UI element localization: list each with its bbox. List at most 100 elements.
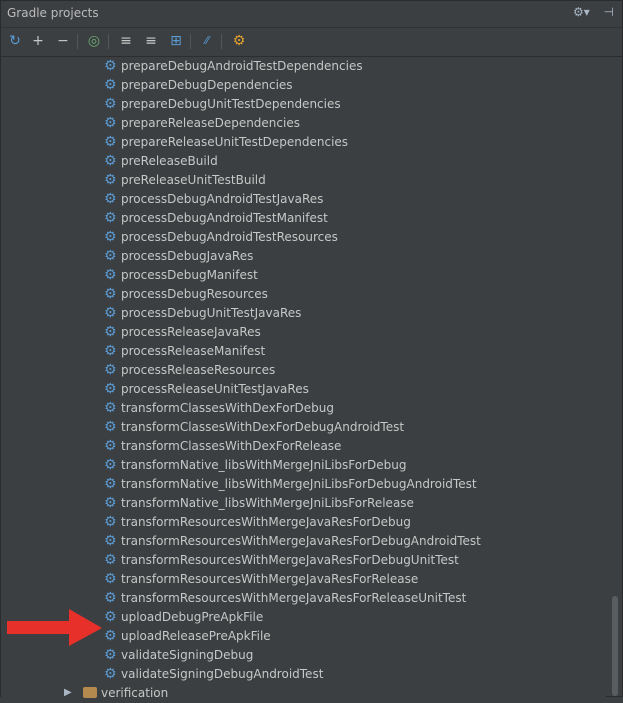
link-project-icon[interactable]: ⊞	[166, 31, 186, 51]
task-item[interactable]: ⚙ processDebugManifest	[1, 266, 606, 285]
task-item[interactable]: ⚙ prepareDebugAndroidTestDependencies	[1, 57, 606, 76]
task-item[interactable]: ⚙ transformNative_libsWithMergeJniLibsFor…	[1, 475, 606, 494]
task-label: transformResourcesWithMergeJavaResForRel…	[121, 572, 419, 586]
task-item[interactable]: ⚙ transformClassesWithDexForRelease	[1, 437, 606, 456]
gear-icon: ⚙	[104, 153, 117, 169]
panel-titlebar: Gradle projects ⚙▾ ⊣	[1, 1, 622, 28]
task-label: processDebugAndroidTestResources	[121, 230, 338, 244]
task-item[interactable]: ⚙ processDebugAndroidTestManifest	[1, 209, 606, 228]
gear-icon: ⚙	[104, 115, 117, 131]
task-label: transformClassesWithDexForDebug	[121, 401, 335, 415]
task-label: prepareDebugDependencies	[121, 78, 293, 92]
red-arrow-annotation	[7, 609, 102, 646]
task-label: preReleaseUnitTestBuild	[121, 173, 266, 187]
execute-task-icon[interactable]: ◎	[84, 31, 104, 51]
task-label: processDebugAndroidTestJavaRes	[121, 192, 324, 206]
gear-icon: ⚙	[104, 210, 117, 226]
task-label: prepareDebugAndroidTestDependencies	[121, 59, 363, 73]
gear-icon: ⚙	[104, 552, 117, 568]
gear-icon: ⚙	[104, 267, 117, 283]
task-item[interactable]: ⚙ prepareReleaseDependencies	[1, 114, 606, 133]
collapse-all-icon[interactable]: ≡	[141, 31, 161, 51]
task-label: transformResourcesWithMergeJavaResForRel…	[121, 591, 467, 605]
gear-icon: ⚙	[104, 286, 117, 302]
task-item[interactable]: ⚙ transformNative_libsWithMergeJniLibsFor…	[1, 456, 606, 475]
task-label: processReleaseManifest	[121, 344, 266, 358]
task-item[interactable]: ⚙ processDebugJavaRes	[1, 247, 606, 266]
gear-icon: ⚙	[104, 533, 117, 549]
task-item[interactable]: ⚙ processReleaseResources	[1, 361, 606, 380]
task-item[interactable]: ⚙ transformResourcesWithMergeJavaResForDe…	[1, 551, 606, 570]
gear-icon[interactable]: ⚙▾	[573, 5, 590, 19]
folder-item-verification[interactable]: ▶ verification	[1, 684, 606, 703]
gear-icon: ⚙	[104, 609, 117, 625]
title-tools: ⚙▾ ⊣	[563, 5, 614, 19]
task-item[interactable]: ⚙ transformClassesWithDexForDebug	[1, 399, 606, 418]
gear-icon: ⚙	[104, 172, 117, 188]
task-label: transformResourcesWithMergeJavaResForDeb…	[121, 534, 481, 548]
task-item[interactable]: ⚙ processDebugAndroidTestResources	[1, 228, 606, 247]
gear-icon: ⚙	[104, 419, 117, 435]
task-item[interactable]: ⚙ validateSigningDebug	[1, 646, 606, 665]
task-item[interactable]: ⚙ prepareDebugDependencies	[1, 76, 606, 95]
gear-icon: ⚙	[104, 343, 117, 359]
task-item[interactable]: ⚙ validateSigningDebugAndroidTest	[1, 665, 606, 684]
gear-icon: ⚙	[104, 77, 117, 93]
task-label: processDebugManifest	[121, 268, 258, 282]
gear-icon: ⚙	[104, 191, 117, 207]
task-label: processDebugJavaRes	[121, 249, 254, 263]
hide-pin-icon[interactable]: ⊣	[604, 5, 614, 19]
task-item[interactable]: ⚙ transformResourcesWithMergeJavaResForDe…	[1, 532, 606, 551]
gear-icon: ⚙	[104, 229, 117, 245]
task-label: validateSigningDebug	[121, 648, 254, 662]
gear-icon: ⚙	[104, 628, 117, 644]
task-item[interactable]: ⚙ preReleaseBuild	[1, 152, 606, 171]
task-label: uploadDebugPreApkFile	[121, 610, 264, 624]
task-label: transformResourcesWithMergeJavaResForDeb…	[121, 553, 459, 567]
folder-icon	[83, 687, 97, 698]
task-label: processReleaseJavaRes	[121, 325, 261, 339]
gear-icon: ⚙	[104, 134, 117, 150]
gear-icon: ⚙	[104, 590, 117, 606]
gear-icon: ⚙	[104, 571, 117, 587]
expand-all-icon[interactable]: ≡	[116, 31, 136, 51]
gear-icon: ⚙	[104, 647, 117, 663]
vertical-scrollbar[interactable]	[612, 596, 618, 696]
gear-icon: ⚙	[104, 248, 117, 264]
gear-icon: ⚙	[104, 324, 117, 340]
task-item[interactable]: ⚙ transformResourcesWithMergeJavaResForRe…	[1, 570, 606, 589]
task-item[interactable]: ⚙ transformNative_libsWithMergeJniLibsFor…	[1, 494, 606, 513]
gear-icon: ⚙	[104, 362, 117, 378]
task-label: processDebugUnitTestJavaRes	[121, 306, 302, 320]
task-item[interactable]: ⚙ prepareDebugUnitTestDependencies	[1, 95, 606, 114]
gradle-settings-icon[interactable]: ⚙	[229, 31, 249, 51]
task-label: transformClassesWithDexForRelease	[121, 439, 342, 453]
refresh-icon[interactable]: ↻	[5, 31, 25, 51]
task-item[interactable]: ⚙ processDebugResources	[1, 285, 606, 304]
task-item[interactable]: ⚙ processReleaseManifest	[1, 342, 606, 361]
add-icon[interactable]: +	[28, 31, 48, 51]
task-tree: ⚙ prepareDebugAndroidTestDependencies ⚙ pr…	[1, 57, 606, 700]
red-arrow-shape	[7, 609, 102, 646]
task-item[interactable]: ⚙ processDebugAndroidTestJavaRes	[1, 190, 606, 209]
task-item[interactable]: ⚙ transformClassesWithDexForDebugAndroidT…	[1, 418, 606, 437]
task-label: transformNative_libsWithMergeJniLibsForD…	[121, 477, 477, 491]
task-label: prepareReleaseDependencies	[121, 116, 300, 130]
task-item[interactable]: ⚙ transformResourcesWithMergeJavaResForDe…	[1, 513, 606, 532]
gear-icon: ⚙	[104, 58, 117, 74]
gear-icon: ⚙	[104, 305, 117, 321]
task-label: uploadReleasePreApkFile	[121, 629, 271, 643]
panel-title: Gradle projects	[7, 6, 99, 20]
task-item[interactable]: ⚙ prepareReleaseUnitTestDependencies	[1, 133, 606, 152]
task-item[interactable]: ⚙ processReleaseJavaRes	[1, 323, 606, 342]
task-item[interactable]: ⚙ processDebugUnitTestJavaRes	[1, 304, 606, 323]
task-label: processReleaseUnitTestJavaRes	[121, 382, 309, 396]
offline-mode-icon[interactable]: ⁄⁄	[197, 31, 217, 51]
task-item[interactable]: ⚙ processReleaseUnitTestJavaRes	[1, 380, 606, 399]
expand-arrow-icon[interactable]: ▶	[64, 687, 72, 698]
task-item[interactable]: ⚙ preReleaseUnitTestBuild	[1, 171, 606, 190]
remove-icon[interactable]: −	[53, 31, 73, 51]
task-label: processDebugAndroidTestManifest	[121, 211, 328, 225]
gear-icon: ⚙	[104, 96, 117, 112]
toolbar-separator	[221, 34, 222, 49]
